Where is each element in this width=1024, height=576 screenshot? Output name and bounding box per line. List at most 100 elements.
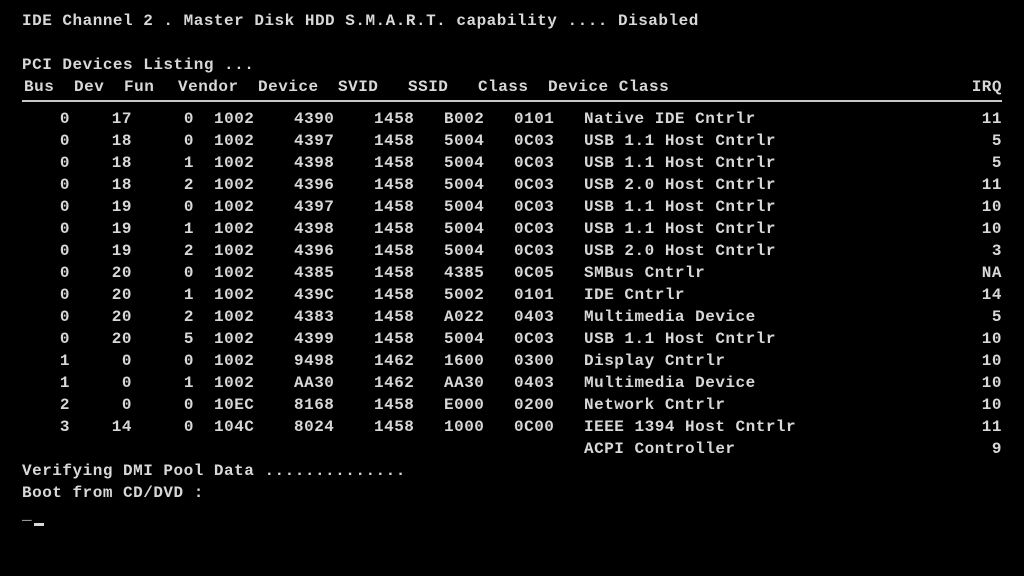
table-row: 018010024397145850040C03USB 1.1 Host Cnt… xyxy=(22,130,1002,152)
cell-dclass: USB 1.1 Host Cntrlr xyxy=(584,218,952,240)
cell-dev: 20 xyxy=(84,284,146,306)
cell-ssid: A022 xyxy=(444,306,514,328)
table-row: 0202100243831458A0220403Multimedia Devic… xyxy=(22,306,1002,328)
cell-bus: 0 xyxy=(22,328,84,350)
cell-irq: 10 xyxy=(952,196,1002,218)
cell-class: 0403 xyxy=(514,306,584,328)
cell-device: 4397 xyxy=(294,196,374,218)
cell-device: AA30 xyxy=(294,372,374,394)
cell-dclass: USB 1.1 Host Cntrlr xyxy=(584,130,952,152)
cell-device: 439C xyxy=(294,284,374,306)
cell-fun: 0 xyxy=(146,394,208,416)
cell-class: 0403 xyxy=(514,372,584,394)
cell-svid: 1458 xyxy=(374,130,444,152)
cell-class: 0C03 xyxy=(514,174,584,196)
cell-vendor: 1002 xyxy=(208,174,294,196)
table-row: 019210024396145850040C03USB 2.0 Host Cnt… xyxy=(22,240,1002,262)
cell-bus: 0 xyxy=(22,284,84,306)
table-row: 019010024397145850040C03USB 1.1 Host Cnt… xyxy=(22,196,1002,218)
cell-class: 0C00 xyxy=(514,416,584,438)
cell-svid: 1458 xyxy=(374,240,444,262)
cell-svid: 1458 xyxy=(374,394,444,416)
bios-post-screen: IDE Channel 2 . Master Disk HDD S.M.A.R.… xyxy=(0,0,1024,576)
cell-vendor: 1002 xyxy=(208,240,294,262)
cell-dev: 0 xyxy=(84,350,146,372)
cell-ssid: 5004 xyxy=(444,240,514,262)
boot-from-line: Boot from CD/DVD : xyxy=(22,482,1002,504)
cell-bus: 0 xyxy=(22,130,84,152)
cell-dclass: Multimedia Device xyxy=(584,306,952,328)
cell-fun: 2 xyxy=(146,240,208,262)
cell-irq: 10 xyxy=(952,218,1002,240)
col-fun: Fun xyxy=(122,76,172,98)
cell-dclass: USB 1.1 Host Cntrlr xyxy=(584,196,952,218)
col-device-class: Device Class xyxy=(548,76,952,98)
cell-svid: 1462 xyxy=(374,350,444,372)
cell-ssid: 1600 xyxy=(444,350,514,372)
cell-fun: 0 xyxy=(146,416,208,438)
cell-svid: 1462 xyxy=(374,372,444,394)
cell-dev: 19 xyxy=(84,196,146,218)
cell-bus: 0 xyxy=(22,196,84,218)
cell-ssid: AA30 xyxy=(444,372,514,394)
cell-dev: 19 xyxy=(84,218,146,240)
cell-dclass: IEEE 1394 Host Cntrlr xyxy=(584,416,952,438)
cell-ssid: 5004 xyxy=(444,130,514,152)
cell-irq: NA xyxy=(952,262,1002,284)
col-svid: SVID xyxy=(338,76,408,98)
table-row: 020010024385145843850C05SMBus CntrlrNA xyxy=(22,262,1002,284)
cell-vendor: 1002 xyxy=(208,350,294,372)
cell-fun: 0 xyxy=(146,130,208,152)
cell-class: 0C03 xyxy=(514,240,584,262)
cell-dclass: IDE Cntrlr xyxy=(584,284,952,306)
cell-fun: 1 xyxy=(146,284,208,306)
cell-dev: 0 xyxy=(84,372,146,394)
cell-ssid: 5004 xyxy=(444,152,514,174)
cell-device: 4398 xyxy=(294,152,374,174)
cell-class: 0C03 xyxy=(514,218,584,240)
cell-ssid: 1000 xyxy=(444,416,514,438)
cell-bus: 2 xyxy=(22,394,84,416)
cell-class: 0C03 xyxy=(514,196,584,218)
pci-table-header: Bus Dev Fun Vendor Device SVID SSID Clas… xyxy=(22,76,1002,98)
cell-svid: 1458 xyxy=(374,284,444,306)
cell-ssid: E000 xyxy=(444,394,514,416)
cell-dev: 20 xyxy=(84,262,146,284)
cell-ssid: 5004 xyxy=(444,218,514,240)
cell-irq: 5 xyxy=(952,130,1002,152)
cell-fun: 1 xyxy=(146,152,208,174)
cell-irq: 11 xyxy=(952,416,1002,438)
cell-svid: 1458 xyxy=(374,328,444,350)
cell-dev: 17 xyxy=(84,108,146,130)
cell-device: 4396 xyxy=(294,174,374,196)
acpi-row: ACPI Controller 9 xyxy=(22,438,1002,460)
cell-dev: 20 xyxy=(84,306,146,328)
cell-vendor: 1002 xyxy=(208,284,294,306)
table-row: 019110024398145850040C03USB 1.1 Host Cnt… xyxy=(22,218,1002,240)
cell-class: 0C03 xyxy=(514,152,584,174)
col-class: Class xyxy=(478,76,548,98)
cell-svid: 1458 xyxy=(374,218,444,240)
cell-fun: 1 xyxy=(146,218,208,240)
cell-dclass: USB 2.0 Host Cntrlr xyxy=(584,240,952,262)
table-row: 020510024399145850040C03USB 1.1 Host Cnt… xyxy=(22,328,1002,350)
table-row: 018110024398145850040C03USB 1.1 Host Cnt… xyxy=(22,152,1002,174)
col-bus: Bus xyxy=(22,76,72,98)
cell-fun: 1 xyxy=(146,372,208,394)
cell-irq: 11 xyxy=(952,108,1002,130)
verify-dmi-line: Verifying DMI Pool Data .............. xyxy=(22,460,1002,482)
cell-ssid: 5004 xyxy=(444,174,514,196)
cell-ssid: B002 xyxy=(444,108,514,130)
acpi-irq: 9 xyxy=(952,438,1002,460)
cell-svid: 1458 xyxy=(374,306,444,328)
cell-irq: 10 xyxy=(952,350,1002,372)
table-row: 10010029498146216000300Display Cntrlr10 xyxy=(22,350,1002,372)
table-row: 1011002AA301462AA300403Multimedia Device… xyxy=(22,372,1002,394)
table-row: 20010EC81681458E0000200Network Cntrlr10 xyxy=(22,394,1002,416)
cell-class: 0101 xyxy=(514,284,584,306)
cell-vendor: 1002 xyxy=(208,372,294,394)
cell-vendor: 1002 xyxy=(208,328,294,350)
cell-dev: 0 xyxy=(84,394,146,416)
header-rule xyxy=(22,100,1002,102)
col-device: Device xyxy=(258,76,338,98)
